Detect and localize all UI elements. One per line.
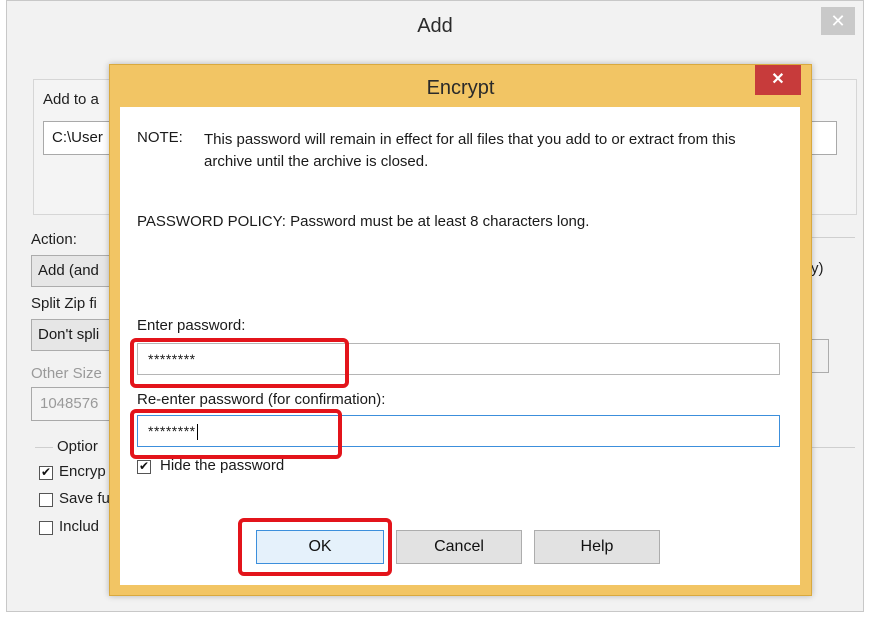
enter-password-value: ********	[148, 351, 196, 367]
hide-password-label: Hide the password	[160, 457, 285, 474]
help-button[interactable]: Help	[534, 530, 660, 564]
include-option-label: Includ	[59, 518, 100, 535]
encrypt-dialog: Encrypt ✕ NOTE: This password will remai…	[109, 64, 812, 596]
options-divider-right	[807, 447, 855, 448]
save-option-label: Save fu	[59, 490, 110, 507]
split-zip-combo[interactable]: Don't spli	[31, 319, 121, 351]
reenter-password-input[interactable]: ********	[137, 415, 780, 447]
text-caret	[196, 424, 198, 441]
close-icon[interactable]: ✕	[755, 65, 801, 95]
add-close-icon[interactable]: ✕	[821, 7, 855, 35]
divider	[807, 237, 855, 238]
add-to-archive-label: Add to a	[43, 91, 99, 108]
cancel-button[interactable]: Cancel	[396, 530, 522, 564]
include-checkbox[interactable]	[39, 521, 53, 535]
action-combo[interactable]: Add (and	[31, 255, 121, 287]
hide-password-checkbox[interactable]	[137, 460, 151, 474]
note-text: This password will remain in effect for …	[204, 131, 736, 170]
enter-password-input[interactable]: ********	[137, 343, 780, 375]
reenter-password-value: ********	[148, 423, 196, 439]
action-label: Action:	[31, 231, 77, 248]
other-size-field: 1048576	[31, 387, 119, 421]
password-policy-text: PASSWORD POLICY: Password must be at lea…	[137, 213, 590, 230]
save-full-checkbox[interactable]	[39, 493, 53, 507]
add-window-title: Add	[417, 15, 453, 37]
note-label: NOTE:	[137, 129, 183, 146]
add-titlebar: Add ✕	[7, 1, 863, 55]
ok-button[interactable]: OK	[256, 530, 384, 564]
encrypt-checkbox[interactable]	[39, 466, 53, 480]
encrypt-dialog-title: Encrypt	[426, 77, 495, 99]
action-right-fragment: y)	[811, 260, 824, 277]
encrypt-option-label: Encryp	[59, 463, 106, 480]
split-zip-label: Split Zip fi	[31, 295, 97, 312]
options-divider-left	[35, 447, 53, 448]
encrypt-dialog-content: NOTE: This password will remain in effec…	[120, 107, 800, 585]
reenter-password-label: Re-enter password (for confirmation):	[137, 391, 386, 408]
enter-password-label: Enter password:	[137, 317, 246, 334]
options-label: Optior	[57, 438, 98, 455]
other-size-label: Other Size	[31, 365, 102, 382]
